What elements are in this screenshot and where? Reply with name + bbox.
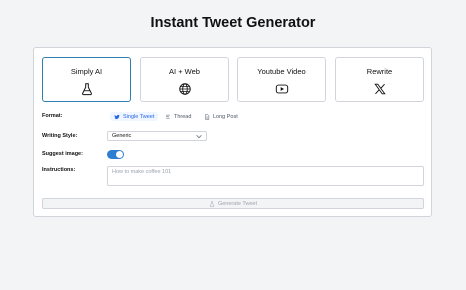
writing-style-label: Writing Style: <box>42 133 78 139</box>
flask-icon <box>81 83 92 96</box>
format-option-thread[interactable]: Thread <box>161 112 195 121</box>
suggest-image-label: Suggest image: <box>42 151 83 157</box>
instructions-textarea[interactable]: How to make coffee 101 <box>107 166 424 186</box>
instructions-placeholder: How to make coffee 101 <box>112 169 172 175</box>
page-title: Instant Tweet Generator <box>150 15 316 31</box>
toggle-knob <box>116 151 123 158</box>
thread-icon <box>166 114 170 118</box>
format-option-label: Thread <box>174 113 192 120</box>
globe-icon <box>178 83 191 95</box>
format-option-long-post[interactable]: Long Post <box>200 112 242 121</box>
chevron-down-icon <box>196 135 202 139</box>
youtube-icon <box>275 84 288 94</box>
mode-youtube-video[interactable]: Youtube Video <box>237 57 326 102</box>
instructions-label: Instructions: <box>42 167 76 173</box>
format-option-single-tweet[interactable]: Single Tweet <box>110 112 159 121</box>
writing-style-select[interactable]: Generic <box>107 131 207 141</box>
mode-ai-web[interactable]: AI + Web <box>140 57 229 102</box>
flask-icon <box>209 201 215 207</box>
generate-tweet-button[interactable]: Generate Tweet <box>42 198 424 209</box>
format-label: Format: <box>42 113 63 119</box>
mode-label: Simply AI <box>70 67 103 76</box>
generate-tweet-label: Generate Tweet <box>217 200 258 207</box>
bird-icon <box>114 114 120 119</box>
generator-card: Simply AI AI + Web Youtube Video Rewrite… <box>33 47 432 217</box>
mode-simply-ai[interactable]: Simply AI <box>42 57 131 102</box>
x-logo-icon <box>373 83 386 95</box>
mode-rewrite[interactable]: Rewrite <box>335 57 424 102</box>
format-option-label: Long Post <box>213 113 238 120</box>
mode-label: Rewrite <box>366 67 393 76</box>
writing-style-value: Generic <box>112 133 132 139</box>
mode-label: Youtube Video <box>257 67 306 76</box>
suggest-image-toggle[interactable] <box>107 150 124 159</box>
mode-label: AI + Web <box>169 67 200 76</box>
format-option-label: Single Tweet <box>123 113 155 120</box>
document-icon <box>205 113 210 120</box>
